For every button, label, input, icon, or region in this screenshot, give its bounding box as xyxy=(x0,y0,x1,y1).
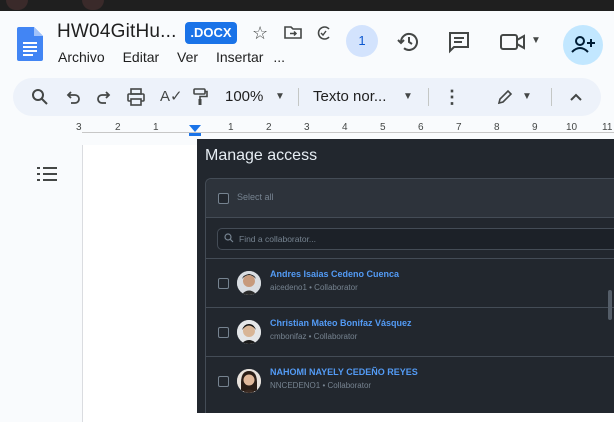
spellcheck-icon[interactable]: A✓ xyxy=(160,78,183,116)
redo-icon[interactable] xyxy=(96,89,112,105)
ruler-number: 4 xyxy=(342,122,348,133)
checkbox-icon[interactable] xyxy=(218,327,229,338)
chevron-down-icon[interactable]: ▼ xyxy=(403,78,413,116)
zoom-select[interactable]: 100% xyxy=(225,78,263,116)
manage-access-screenshot: Manage access Select all Find a collabor… xyxy=(197,139,614,413)
print-icon[interactable] xyxy=(127,88,145,106)
indent-marker-bar[interactable] xyxy=(189,133,201,136)
scrollbar[interactable] xyxy=(608,290,612,320)
history-icon[interactable] xyxy=(397,30,421,54)
collaborator-name[interactable]: NAHOMI NAYELY CEDEÑO REYES xyxy=(270,367,418,377)
share-icon xyxy=(571,36,595,53)
ruler-number: 7 xyxy=(456,122,462,133)
comment-icon[interactable] xyxy=(447,30,471,54)
collaborator-name[interactable]: Andres Isaias Cedeno Cuenca xyxy=(270,269,399,279)
ruler-number: 10 xyxy=(566,122,578,133)
outline-icon[interactable] xyxy=(37,166,57,182)
edit-mode-icon[interactable] xyxy=(497,89,513,105)
move-folder-icon[interactable] xyxy=(284,23,302,41)
cloud-status-icon[interactable] xyxy=(316,23,330,41)
ruler-number: 1 xyxy=(228,122,234,133)
formatting-toolbar: A✓ 100% ▼ Texto nor... ▼ ⋮ ▼ xyxy=(13,78,601,116)
list-item: Andres Isaias Cedeno Cuenca aicedeno1 • … xyxy=(206,258,614,308)
menu-ver[interactable]: Ver xyxy=(177,49,198,65)
list-item: NAHOMI NAYELY CEDEÑO REYES NNCEDENO1 • C… xyxy=(206,356,614,406)
tab-shape xyxy=(82,0,104,10)
ruler-number: 2 xyxy=(115,122,121,133)
divider xyxy=(551,88,552,106)
collaborator-meta: aicedeno1 • Collaborator xyxy=(270,283,358,292)
avatar xyxy=(237,271,261,295)
file-type-badge: .DOCX xyxy=(185,22,237,44)
find-collaborator-input[interactable]: Find a collaborator... xyxy=(217,228,614,250)
ruler-number: 1 xyxy=(153,122,159,133)
magnifier-icon xyxy=(224,233,234,243)
collaborator-meta: NNCEDENO1 • Collaborator xyxy=(270,381,372,390)
checkbox-icon[interactable] xyxy=(218,278,229,289)
menu-insertar[interactable]: Insertar xyxy=(216,49,263,65)
paragraph-style-select[interactable]: Texto nor... xyxy=(313,78,386,116)
chevron-down-icon[interactable]: ▼ xyxy=(522,78,532,116)
ruler-number: 3 xyxy=(76,122,82,133)
meet-icon[interactable] xyxy=(500,31,526,53)
collaborator-name[interactable]: Christian Mateo Bonifaz Vásquez xyxy=(270,318,412,328)
ruler-number: 2 xyxy=(266,122,272,133)
collaborator-meta: cmbonifaz • Collaborator xyxy=(270,332,358,341)
chevron-down-icon[interactable]: ▼ xyxy=(531,35,541,46)
tab-shape xyxy=(6,0,28,10)
ruler-number: 5 xyxy=(380,122,386,133)
chevron-down-icon[interactable]: ▼ xyxy=(275,78,285,116)
menu-editar[interactable]: Editar xyxy=(123,49,160,65)
more-vert-icon[interactable]: ⋮ xyxy=(443,78,461,116)
select-all-label[interactable]: Select all xyxy=(237,192,274,202)
paint-format-icon[interactable] xyxy=(192,88,208,106)
star-icon[interactable]: ☆ xyxy=(252,23,268,44)
menu-more[interactable]: ... xyxy=(273,49,285,65)
select-all-row: Select all xyxy=(206,179,614,218)
divider xyxy=(428,88,429,106)
menu-bar: Archivo Editar Ver Insertar ... xyxy=(58,49,299,65)
avatar xyxy=(237,320,261,344)
menu-archivo[interactable]: Archivo xyxy=(58,49,105,65)
share-button[interactable] xyxy=(563,25,603,65)
find-placeholder: Find a collaborator... xyxy=(239,234,317,244)
document-title[interactable]: HW04GitHu... xyxy=(57,21,177,43)
ruler-number: 9 xyxy=(532,122,538,133)
avatar xyxy=(237,369,261,393)
search-icon[interactable] xyxy=(31,88,49,106)
ruler-number: 8 xyxy=(494,122,500,133)
docs-header: HW04GitHu... .DOCX ☆ Archivo Editar Ver … xyxy=(0,11,614,73)
undo-icon[interactable] xyxy=(65,89,81,105)
ruler-number: 3 xyxy=(304,122,310,133)
active-users-count[interactable]: 1 xyxy=(346,25,378,57)
chevron-up-icon[interactable] xyxy=(569,91,583,103)
collaborator-list: Select all Find a collaborator... Andres… xyxy=(205,178,614,413)
ruler-number: 6 xyxy=(418,122,424,133)
checkbox-icon[interactable] xyxy=(218,376,229,387)
list-item: Christian Mateo Bonifaz Vásquez cmbonifa… xyxy=(206,307,614,357)
browser-top-strip xyxy=(0,0,614,11)
indent-marker[interactable] xyxy=(189,125,201,132)
ruler-number: 11 xyxy=(602,122,613,133)
docs-logo-icon[interactable] xyxy=(17,27,43,61)
ruler[interactable]: 3 2 1 1 2 3 4 5 6 7 8 9 10 11 xyxy=(76,122,614,139)
ruler-strip xyxy=(82,132,614,139)
manage-access-title: Manage access xyxy=(205,147,318,164)
checkbox-icon[interactable] xyxy=(218,193,229,204)
divider xyxy=(298,88,299,106)
